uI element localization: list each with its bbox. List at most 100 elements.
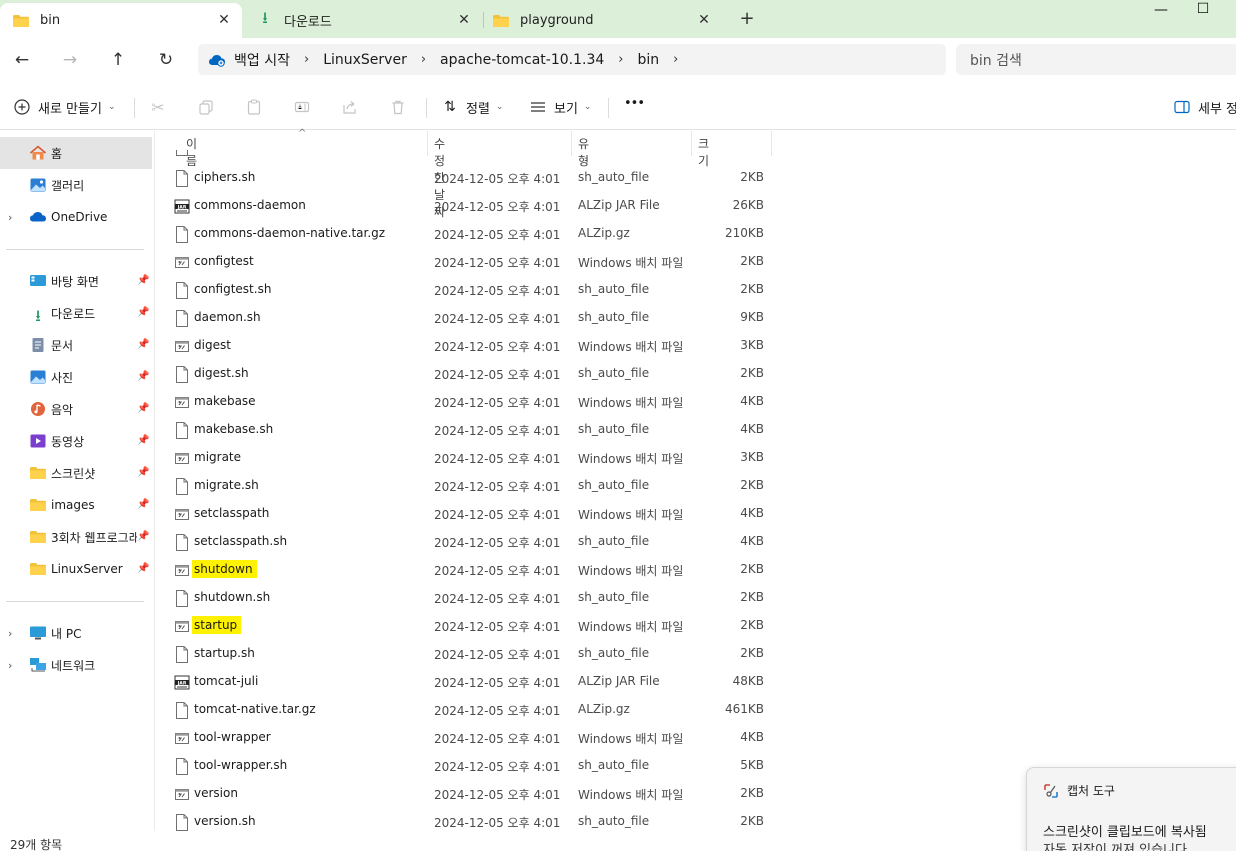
tab-label: bin — [40, 13, 61, 28]
table-row[interactable]: digest 2024-12-05 오후 4:01 Windows 배치 파일 3KB — [170, 332, 770, 360]
table-row[interactable]: tomcat-native.tar.gz 2024-12-05 오후 4:01 AL… — [170, 696, 770, 724]
rename-button[interactable] — [292, 97, 312, 117]
sidebar-item-videos[interactable]: 동영상 📌 — [0, 425, 152, 457]
sidebar-item-music[interactable]: 음악 📌 — [0, 393, 152, 425]
file-name: makebase — [194, 394, 256, 408]
table-row[interactable]: setclasspath.sh 2024-12-05 오후 4:01 sh_auto… — [170, 528, 770, 556]
column-divider[interactable] — [771, 131, 772, 156]
sidebar-item-home[interactable]: 홈 — [0, 137, 152, 169]
sidebar-item-desktop[interactable]: 바탕 화면 📌 — [0, 265, 152, 297]
chevron-down-icon: ⌄ — [583, 102, 592, 112]
table-row[interactable]: tool-wrapper 2024-12-05 오후 4:01 Windows 배치… — [170, 724, 770, 752]
column-header-type[interactable]: 유형 — [578, 135, 589, 168]
up-button[interactable]: ↑ — [106, 48, 130, 72]
forward-button[interactable]: → — [58, 48, 82, 72]
sidebar-item-pictures[interactable]: 사진 📌 — [0, 361, 152, 393]
sidebar-item-downloads[interactable]: ⭳ 다운로드 📌 — [0, 297, 152, 329]
chevron-right-icon[interactable]: › — [8, 659, 12, 672]
chevron-right-icon[interactable]: › — [673, 52, 678, 67]
minimize-button[interactable]: — — [1146, 2, 1176, 24]
command-bar: 새로 만들기 ⌄ ✂ ⇅ 정렬 ⌄ 보기 ⌄ ••• 세부 정보 — [0, 84, 1236, 130]
maximize-button[interactable]: ☐ — [1188, 1, 1218, 23]
column-divider[interactable] — [571, 131, 572, 156]
batch-icon — [174, 450, 190, 467]
pin-icon: 📌 — [137, 563, 150, 574]
pane-divider[interactable] — [154, 131, 155, 831]
close-icon[interactable]: ✕ — [696, 12, 712, 28]
table-row[interactable]: shutdown.sh 2024-12-05 오후 4:01 sh_auto_fil… — [170, 584, 770, 612]
new-tab-button[interactable]: + — [737, 8, 757, 29]
address-bar[interactable]: 백업 시작 › LinuxServer › apache-tomcat-10.1… — [198, 44, 946, 75]
column-header-size[interactable]: 크기 — [698, 135, 709, 168]
table-row[interactable]: configtest.sh 2024-12-05 오후 4:01 sh_auto_f… — [170, 276, 770, 304]
sidebar-item-network[interactable]: › 네트워크 — [0, 649, 152, 681]
table-row[interactable]: commons-daemon 2024-12-05 오후 4:01 ALZip JA… — [170, 192, 770, 220]
refresh-button[interactable]: ↻ — [154, 48, 178, 72]
table-row[interactable]: daemon.sh 2024-12-05 오후 4:01 sh_auto_file 9… — [170, 304, 770, 332]
sidebar-item-gallery[interactable]: 갤러리 — [0, 169, 152, 201]
gallery-icon — [29, 177, 47, 193]
tab-playground[interactable]: playground ✕ — [480, 3, 722, 38]
sidebar-item-screenshots[interactable]: 스크린샷 📌 — [0, 457, 152, 489]
tab-downloads[interactable]: ⭳ 다운로드 ✕ — [244, 3, 482, 38]
sidebar-item-images[interactable]: images 📌 — [0, 489, 152, 521]
column-header-modified[interactable]: 수정한 날짜 — [434, 135, 445, 219]
search-input[interactable]: bin 검색 — [956, 44, 1236, 75]
back-button[interactable]: ← — [10, 48, 34, 72]
file-type: Windows 배치 파일 — [578, 732, 684, 746]
delete-button[interactable] — [388, 97, 408, 117]
chevron-right-icon[interactable]: › — [8, 627, 12, 640]
sidebar-item-this-pc[interactable]: › 내 PC — [0, 617, 152, 649]
paste-button[interactable] — [244, 97, 264, 117]
more-options-button[interactable]: ••• — [624, 96, 645, 111]
file-name: version.sh — [194, 814, 256, 828]
table-row[interactable]: setclasspath 2024-12-05 오후 4:01 Windows 배치… — [170, 500, 770, 528]
sidebar-item-documents[interactable]: 문서 📌 — [0, 329, 152, 361]
table-row[interactable]: version 2024-12-05 오후 4:01 Windows 배치 파일 2K… — [170, 780, 770, 808]
table-row[interactable]: shutdown 2024-12-05 오후 4:01 Windows 배치 파일 2… — [170, 556, 770, 584]
clipboard-icon — [244, 97, 264, 117]
batch-icon — [174, 254, 190, 271]
table-row[interactable]: migrate.sh 2024-12-05 오후 4:01 sh_auto_file… — [170, 472, 770, 500]
sort-button[interactable]: ⇅ 정렬 ⌄ — [440, 97, 503, 117]
share-button[interactable] — [340, 97, 360, 117]
new-button[interactable]: 새로 만들기 ⌄ — [12, 97, 115, 117]
copy-button[interactable] — [196, 97, 216, 117]
view-button[interactable]: 보기 ⌄ — [528, 97, 591, 117]
close-icon[interactable]: ✕ — [216, 12, 232, 28]
table-row[interactable]: tool-wrapper.sh 2024-12-05 오후 4:01 sh_auto… — [170, 752, 770, 780]
sidebar-item-onedrive[interactable]: › OneDrive — [0, 201, 152, 233]
close-icon[interactable]: ✕ — [456, 12, 472, 28]
details-pane-button[interactable]: 세부 정보 — [1172, 97, 1236, 117]
tab-bin[interactable]: bin ✕ — [0, 3, 242, 38]
jar-icon — [174, 198, 190, 215]
breadcrumb-item[interactable]: apache-tomcat-10.1.34 — [440, 52, 604, 68]
file-modified-date: 2024-12-05 오후 4:01 — [434, 256, 561, 270]
address-row: ← → ↑ ↻ 백업 시작 › LinuxServer › apache-tom… — [0, 38, 1236, 84]
batch-icon — [174, 506, 190, 523]
table-row[interactable]: commons-daemon-native.tar.gz 2024-12-05 오… — [170, 220, 770, 248]
column-divider[interactable] — [427, 131, 428, 156]
table-row[interactable]: migrate 2024-12-05 오후 4:01 Windows 배치 파일 3K… — [170, 444, 770, 472]
table-row[interactable]: makebase 2024-12-05 오후 4:01 Windows 배치 파일 4… — [170, 388, 770, 416]
breadcrumb-item[interactable]: LinuxServer — [323, 52, 407, 68]
chevron-right-icon[interactable]: › — [8, 211, 12, 224]
table-row[interactable]: configtest 2024-12-05 오후 4:01 Windows 배치 파… — [170, 248, 770, 276]
cut-button[interactable]: ✂ — [148, 97, 168, 117]
table-row[interactable]: digest.sh 2024-12-05 오후 4:01 sh_auto_file 2… — [170, 360, 770, 388]
sidebar-item-label: 동영상 — [51, 434, 85, 449]
column-divider[interactable] — [691, 131, 692, 156]
snipping-tool-notification[interactable]: 캡처 도구 스크린샷이 클립보드에 복사됨 자동 저장이 꺼져 있습니다. — [1026, 767, 1236, 851]
table-row[interactable]: tomcat-juli 2024-12-05 오후 4:01 ALZip JAR F… — [170, 668, 770, 696]
tab-strip: bin ✕ ⭳ 다운로드 ✕ playground ✕ + — ☐ — [0, 0, 1236, 38]
table-row[interactable]: version.sh 2024-12-05 오후 4:01 sh_auto_file… — [170, 808, 770, 836]
table-row[interactable]: makebase.sh 2024-12-05 오후 4:01 sh_auto_fil… — [170, 416, 770, 444]
batch-icon — [174, 562, 190, 579]
sidebar-item-web-programming[interactable]: 3회차 웹프로그래밍 📌 — [0, 521, 152, 553]
table-row[interactable]: ciphers.sh 2024-12-05 오후 4:01 sh_auto_file… — [170, 164, 770, 192]
table-row[interactable]: startup 2024-12-05 오후 4:01 Windows 배치 파일 2K… — [170, 612, 770, 640]
sidebar-item-linuxserver[interactable]: LinuxServer 📌 — [0, 553, 152, 585]
breadcrumb-root[interactable]: 백업 시작 — [234, 50, 290, 70]
table-row[interactable]: startup.sh 2024-12-05 오후 4:01 sh_auto_file… — [170, 640, 770, 668]
breadcrumb-item[interactable]: bin — [637, 52, 659, 68]
